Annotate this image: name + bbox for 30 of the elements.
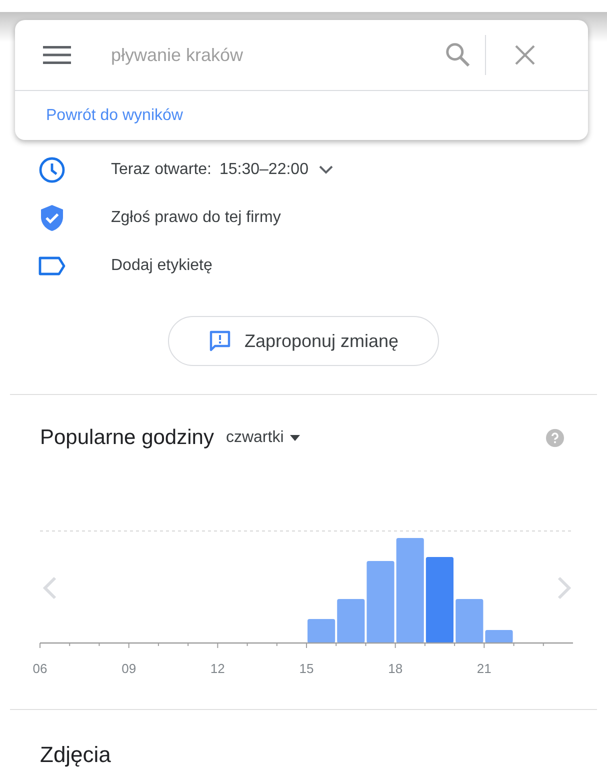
caret-icon — [290, 435, 300, 441]
chevron-down-icon[interactable] — [318, 165, 334, 175]
hour-bar — [485, 630, 513, 643]
axis-label: 06 — [32, 661, 48, 676]
claim-business-link[interactable]: Zgłoś prawo do tej firmy — [111, 206, 281, 230]
previous-day-icon[interactable] — [42, 576, 56, 600]
clock-icon — [38, 157, 64, 183]
axis-label: 15 — [299, 661, 314, 676]
suggest-edit-button[interactable]: Zaproponuj zmianę — [168, 316, 439, 366]
search-field[interactable]: pływanie kraków — [111, 42, 431, 68]
axis-label: 21 — [476, 661, 492, 676]
section-title: Zdjęcia — [40, 742, 111, 767]
axis-label: 09 — [122, 661, 136, 676]
label-icon — [38, 256, 66, 276]
shield-check-icon — [40, 205, 62, 231]
close-icon[interactable] — [514, 44, 536, 66]
day-dropdown[interactable]: czwartki — [226, 426, 300, 450]
add-label-link[interactable]: Dodaj etykietę — [111, 254, 212, 278]
hour-bar — [308, 619, 336, 643]
axis-label: 18 — [388, 661, 403, 676]
axis-label: 12 — [210, 661, 225, 676]
hour-bar — [456, 599, 484, 643]
feedback-icon — [208, 329, 232, 353]
next-day-icon[interactable] — [558, 576, 572, 600]
hours-value: 15:30–22:00 — [219, 160, 308, 180]
hours-label: Teraz otwarte: — [111, 160, 212, 180]
hour-bar — [337, 599, 365, 643]
help-icon[interactable] — [546, 429, 564, 447]
menu-icon[interactable] — [43, 45, 71, 65]
section-title: Popularne godziny — [40, 425, 214, 452]
